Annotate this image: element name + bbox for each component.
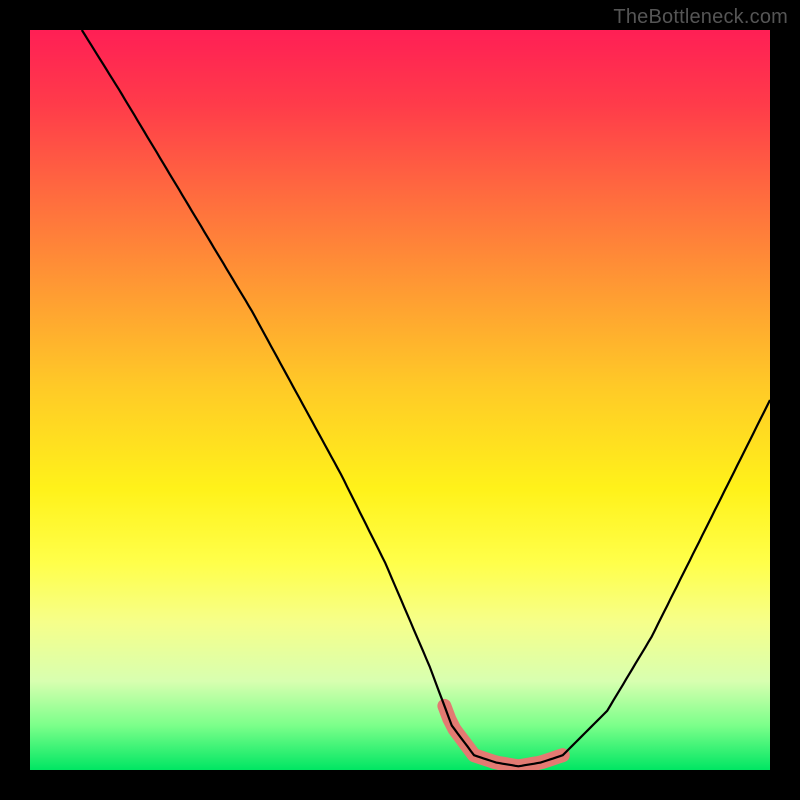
plot-area [30, 30, 770, 770]
bottleneck-curve-line [82, 30, 770, 766]
curve-svg [30, 30, 770, 770]
highlight-optimal-zone [444, 706, 562, 766]
watermark-text: TheBottleneck.com [613, 6, 788, 29]
